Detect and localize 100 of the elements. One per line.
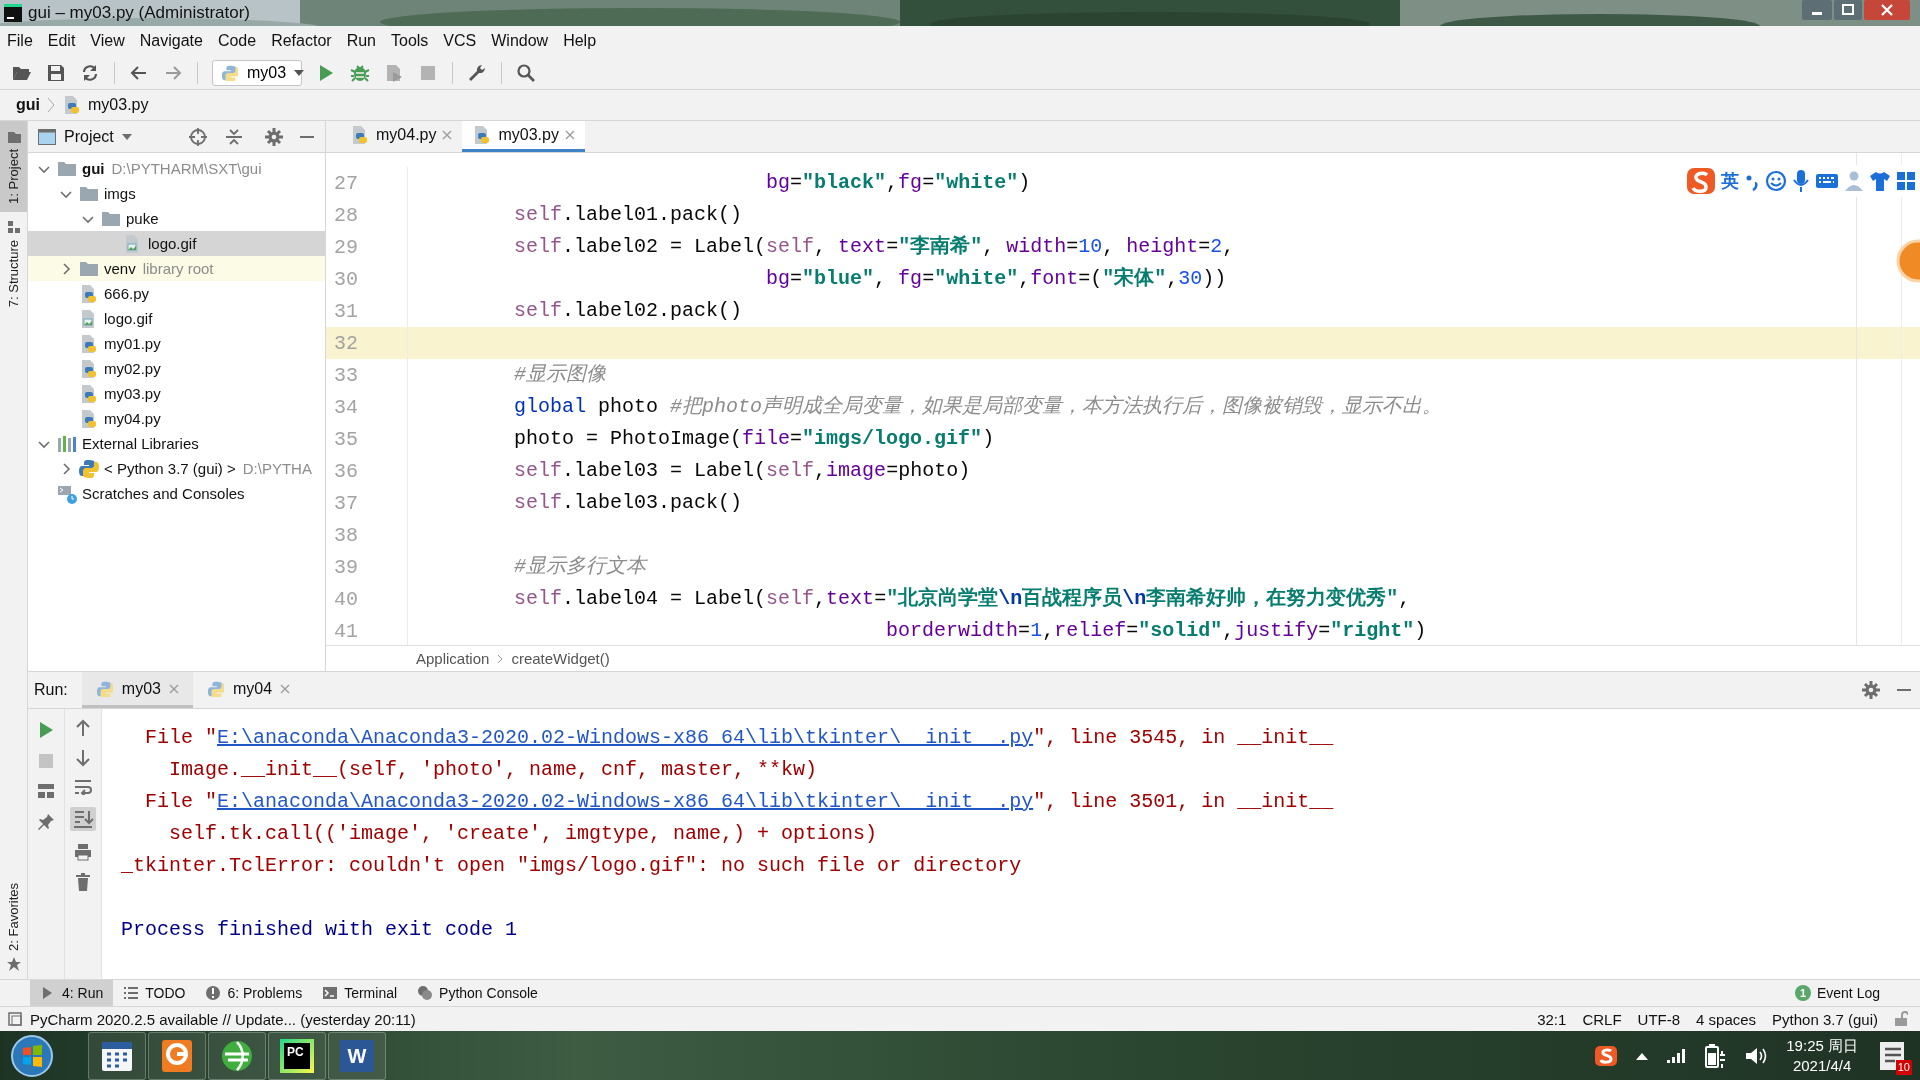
menu-item[interactable]: Tools <box>384 32 437 50</box>
file-link[interactable]: E:\anaconda\Anaconda3-2020.02-Windows-x86_64\lib\tkinter\__init__.py <box>217 790 1034 813</box>
arrow-up-icon[interactable] <box>75 719 91 737</box>
microphone-icon[interactable] <box>1792 169 1810 193</box>
menu-item[interactable]: Refactor <box>264 32 340 50</box>
close-icon[interactable] <box>280 683 291 694</box>
panel-toggle-icon[interactable] <box>8 1012 22 1026</box>
menu-item[interactable]: VCS <box>436 32 485 50</box>
tree-item[interactable]: Scratches and Consoles <box>28 481 325 506</box>
close-button[interactable] <box>1864 0 1910 20</box>
close-icon[interactable] <box>564 130 575 140</box>
wrench-icon[interactable] <box>467 62 487 83</box>
menu-item[interactable]: Code <box>210 32 265 50</box>
trash-icon[interactable] <box>75 873 91 891</box>
file-link[interactable]: E:\anaconda\Anaconda3-2020.02-Windows-x86_64\lib\tkinter\__init__.py <box>217 726 1034 749</box>
smiley-icon[interactable] <box>1765 170 1787 192</box>
code-line: global photo #把photo声明成全局变量，如果是局部变量，本方法执行后，图像被销毁，显示不出。 <box>513 394 1443 420</box>
sync-icon[interactable] <box>80 62 100 83</box>
scroll-to-end-icon[interactable] <box>70 807 96 831</box>
close-icon[interactable] <box>442 130 453 140</box>
tool-window-tab[interactable]: 2: Favorites <box>0 875 27 979</box>
tool-window-tab[interactable]: 1: Project <box>0 121 27 212</box>
maximize-button[interactable] <box>1834 0 1862 20</box>
tree-item[interactable]: External Libraries <box>28 431 325 456</box>
menu-item[interactable]: Navigate <box>132 32 211 50</box>
tree-item[interactable]: my01.py <box>28 331 325 356</box>
view-selector[interactable]: Project <box>38 127 132 146</box>
signal-icon[interactable] <box>1666 1048 1687 1064</box>
tree-item[interactable]: imgs <box>28 181 325 206</box>
run-tab[interactable]: my03 <box>81 672 193 708</box>
globe-icon[interactable] <box>219 1038 255 1074</box>
show-hidden-icons-icon[interactable] <box>1636 1052 1649 1060</box>
clock[interactable]: 19:25 周日 2021/4/4 <box>1786 1036 1858 1076</box>
menu-item[interactable]: Help <box>556 32 605 50</box>
menu-item[interactable]: Run <box>339 32 384 50</box>
tool-window-tab[interactable]: 7: Structure <box>0 211 27 316</box>
volume-icon[interactable] <box>1744 1045 1769 1067</box>
event-log-tab[interactable]: 1 Event Log <box>1784 980 1920 1006</box>
status-item[interactable]: Python 3.7 (gui) <box>1772 1010 1878 1028</box>
pycharm-icon[interactable]: PC <box>280 1039 314 1073</box>
shirt-icon[interactable] <box>1869 170 1891 192</box>
run-configuration-dropdown[interactable]: my03 <box>212 59 302 86</box>
tree-item[interactable]: venv library root <box>28 256 325 281</box>
coverage-icon[interactable] <box>384 62 404 83</box>
status-item[interactable]: 32:1 <box>1537 1010 1567 1028</box>
breadcrumb-item[interactable]: gui <box>16 96 40 114</box>
tree-item[interactable]: puke <box>28 206 325 231</box>
notification-badge: 10 <box>1895 1060 1912 1075</box>
code-line: self.label04 = Label(self,text="北京尚学堂\n百战程序员\n李南希好帅，在努力变优秀", <box>513 585 1411 612</box>
tree-item[interactable]: 666.py <box>28 281 325 306</box>
tree-item[interactable]: < Python 3.7 (gui) > D:\PYTHA <box>28 456 325 481</box>
sogou-logo-icon[interactable] <box>1594 1045 1619 1067</box>
status-item[interactable]: UTF-8 <box>1637 1010 1681 1028</box>
tree-item[interactable]: gui D:\PYTHARM\SXT\gui <box>28 156 325 181</box>
minimize-button[interactable] <box>1802 0 1832 20</box>
word-icon[interactable]: W <box>340 1040 374 1072</box>
tree-item[interactable]: logo.gif <box>28 231 325 256</box>
tool-window-tab[interactable]: TODO <box>113 980 196 1006</box>
status-item[interactable]: CRLF <box>1582 1010 1622 1028</box>
editor-tab[interactable]: my04.py <box>340 121 463 152</box>
keyboard-icon[interactable] <box>1815 172 1839 190</box>
settings-icon[interactable] <box>1862 681 1880 699</box>
menu-item[interactable]: File <box>0 32 41 50</box>
chevron-right-icon <box>497 653 504 664</box>
tree-item[interactable]: logo.gif <box>28 306 325 331</box>
tool-window-tab[interactable]: Terminal <box>312 980 408 1006</box>
console-line: self.tk.call(('image', 'create', imgtype, name,) + options) <box>168 822 878 845</box>
input-mode-label[interactable]: 英 <box>1721 169 1739 193</box>
tool-window-tab[interactable]: 6: Problems <box>195 980 313 1006</box>
save-icon[interactable] <box>46 62 66 83</box>
tool-window-tab[interactable]: 4: Run <box>30 980 114 1006</box>
tool-window-tab[interactable]: Python Console <box>407 980 548 1006</box>
code-line: bg="blue", fg="white",font=("宋体",30)) <box>765 265 1227 292</box>
grid-icon[interactable] <box>1896 171 1916 191</box>
menu-item[interactable]: Edit <box>40 32 84 50</box>
pin-icon[interactable] <box>37 813 55 831</box>
editor-tab[interactable]: my03.py <box>462 121 585 152</box>
rerun-icon[interactable] <box>38 721 54 739</box>
collapse-all-icon[interactable] <box>225 127 243 146</box>
menu-item[interactable]: Window <box>484 32 557 50</box>
status-item[interactable]: 4 spaces <box>1696 1010 1757 1028</box>
layout-icon[interactable] <box>37 783 55 799</box>
tree-item[interactable]: my04.py <box>28 406 325 431</box>
tree-item[interactable]: my02.py <box>28 356 325 381</box>
arrow-down-icon[interactable] <box>75 749 91 767</box>
breadcrumb-item[interactable]: createWidget() <box>511 650 610 667</box>
run-tab[interactable]: my04 <box>192 672 305 708</box>
soft-wrap-icon[interactable] <box>74 779 92 795</box>
bug-icon[interactable] <box>350 62 370 83</box>
search-icon[interactable] <box>516 62 536 83</box>
tree-item[interactable]: my03.py <box>28 381 325 406</box>
print-icon[interactable] <box>74 843 92 861</box>
breadcrumb-item[interactable]: Application <box>416 650 490 667</box>
star-icon <box>6 957 21 971</box>
settings-icon[interactable] <box>265 127 283 146</box>
battery-icon[interactable] <box>1704 1043 1727 1069</box>
menu-item[interactable]: View <box>83 32 133 50</box>
breadcrumb-item[interactable]: my03.py <box>88 96 149 114</box>
locate-icon[interactable] <box>189 127 207 146</box>
lock-icon[interactable] <box>1894 1011 1908 1027</box>
